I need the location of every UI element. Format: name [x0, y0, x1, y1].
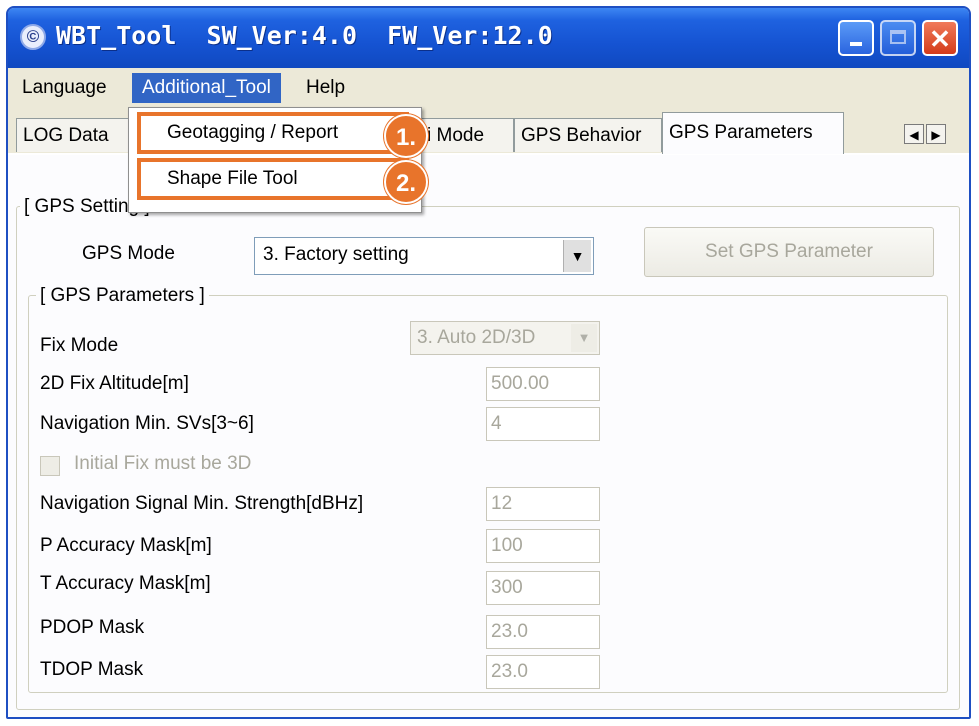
tab-scroll-left-icon[interactable]: ◀: [904, 124, 924, 144]
t-accuracy-field[interactable]: 300: [486, 571, 600, 605]
tab-gps-behavior[interactable]: GPS Behavior: [514, 118, 662, 152]
minimize-icon: [850, 42, 862, 46]
window-title: WBT_Tool SW_Ver:4.0 FW_Ver:12.0: [56, 21, 553, 50]
maximize-icon: [890, 30, 906, 44]
p-accuracy-field[interactable]: 100: [486, 529, 600, 563]
tdop-mask-label: TDOP Mask: [40, 659, 144, 680]
title-bar[interactable]: © WBT_Tool SW_Ver:4.0 FW_Ver:12.0 ✕: [8, 8, 969, 68]
gps-parameters-panel: [ GPS Setting ] GPS Mode 3. Factory sett…: [8, 155, 969, 717]
tab-mode[interactable]: i Mode: [420, 118, 514, 152]
app-window: © WBT_Tool SW_Ver:4.0 FW_Ver:12.0 ✕ Lang…: [6, 6, 971, 719]
minimize-button[interactable]: [838, 20, 874, 56]
gps-parameters-legend: [ GPS Parameters ]: [36, 285, 209, 307]
tdop-mask-field[interactable]: 23.0: [486, 655, 600, 689]
tab-scroll-right-icon[interactable]: ▶: [926, 124, 946, 144]
set-gps-parameter-button[interactable]: Set GPS Parameter: [644, 227, 934, 277]
maximize-button[interactable]: [880, 20, 916, 56]
initial-fix-checkbox[interactable]: [40, 456, 60, 476]
tab-gps-parameters[interactable]: GPS Parameters: [662, 112, 844, 154]
close-icon: ✕: [929, 24, 951, 54]
additional-tool-dropdown: Geotagging / Report Shape File Tool: [128, 107, 422, 213]
pdop-mask-field[interactable]: 23.0: [486, 615, 600, 649]
nav-min-svs-field[interactable]: 4: [486, 407, 600, 441]
step-badge-2: 2.: [384, 160, 428, 204]
tab-log-data[interactable]: LOG Data: [16, 118, 136, 152]
gps-mode-label: GPS Mode: [82, 243, 175, 264]
menu-language[interactable]: Language: [16, 73, 113, 103]
menu-help[interactable]: Help: [300, 73, 351, 103]
fix-mode-select[interactable]: 3. Auto 2D/3D ▼: [410, 321, 600, 355]
fix-mode-label: Fix Mode: [40, 335, 119, 356]
app-logo-icon: ©: [20, 24, 46, 50]
nav-min-svs-label: Navigation Min. SVs[3~6]: [40, 413, 254, 434]
fix-mode-value: 3. Auto 2D/3D: [417, 327, 536, 348]
chevron-down-icon: ▼: [571, 324, 597, 352]
gps-mode-value: 3. Factory setting: [263, 244, 409, 265]
menu-additional-tool[interactable]: Additional_Tool: [132, 73, 281, 103]
fix-altitude-field[interactable]: 500.00: [486, 367, 600, 401]
signal-strength-field[interactable]: 12: [486, 487, 600, 521]
menu-item-geotagging-report[interactable]: Geotagging / Report: [137, 112, 409, 154]
step-badge-1: 1.: [384, 114, 428, 158]
signal-strength-label: Navigation Signal Min. Strength[dBHz]: [40, 493, 364, 514]
menu-item-shape-file-tool[interactable]: Shape File Tool: [137, 158, 409, 200]
pdop-mask-label: PDOP Mask: [40, 617, 145, 638]
t-accuracy-label: T Accuracy Mask[m]: [40, 573, 211, 594]
close-button[interactable]: ✕: [922, 20, 958, 56]
gps-mode-select[interactable]: 3. Factory setting ▼: [254, 237, 594, 275]
menu-bar: Language Additional_Tool Help: [8, 68, 969, 108]
fix-altitude-label: 2D Fix Altitude[m]: [40, 373, 189, 394]
p-accuracy-label: P Accuracy Mask[m]: [40, 535, 212, 556]
chevron-down-icon[interactable]: ▼: [563, 240, 591, 272]
initial-fix-label: Initial Fix must be 3D: [74, 453, 252, 474]
